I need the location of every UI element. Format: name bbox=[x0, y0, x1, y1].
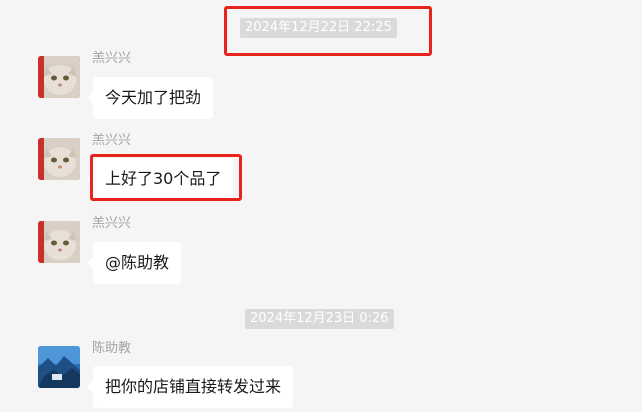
sender-name: 羔兴兴 bbox=[92, 51, 132, 66]
landscape-avatar-image bbox=[38, 346, 80, 388]
chat-window: 2024年12月22日 22:25 羔兴兴 今天加了把劲 羔兴兴 上好了30个品… bbox=[0, 0, 642, 412]
message-bubble[interactable]: @陈助教 bbox=[86, 242, 182, 284]
timestamp: 2024年12月23日 0:26 bbox=[245, 309, 394, 329]
message-bubble[interactable]: 今天加了把劲 bbox=[86, 77, 214, 119]
cat-avatar-image bbox=[38, 221, 80, 263]
sender-name: 陈助教 bbox=[92, 341, 132, 356]
sender-name: 羔兴兴 bbox=[92, 133, 132, 148]
cat-avatar[interactable] bbox=[38, 56, 80, 98]
cat-avatar-image bbox=[38, 138, 80, 180]
annotation-highlight-box bbox=[224, 6, 432, 56]
cat-avatar[interactable] bbox=[38, 221, 80, 263]
sender-name: 羔兴兴 bbox=[92, 216, 132, 231]
cat-avatar[interactable] bbox=[38, 138, 80, 180]
cat-avatar-image bbox=[38, 56, 80, 98]
message-bubble[interactable]: 把你的店铺直接转发过来 bbox=[86, 366, 294, 408]
landscape-avatar[interactable] bbox=[38, 346, 80, 388]
annotation-highlight-box bbox=[90, 154, 242, 201]
